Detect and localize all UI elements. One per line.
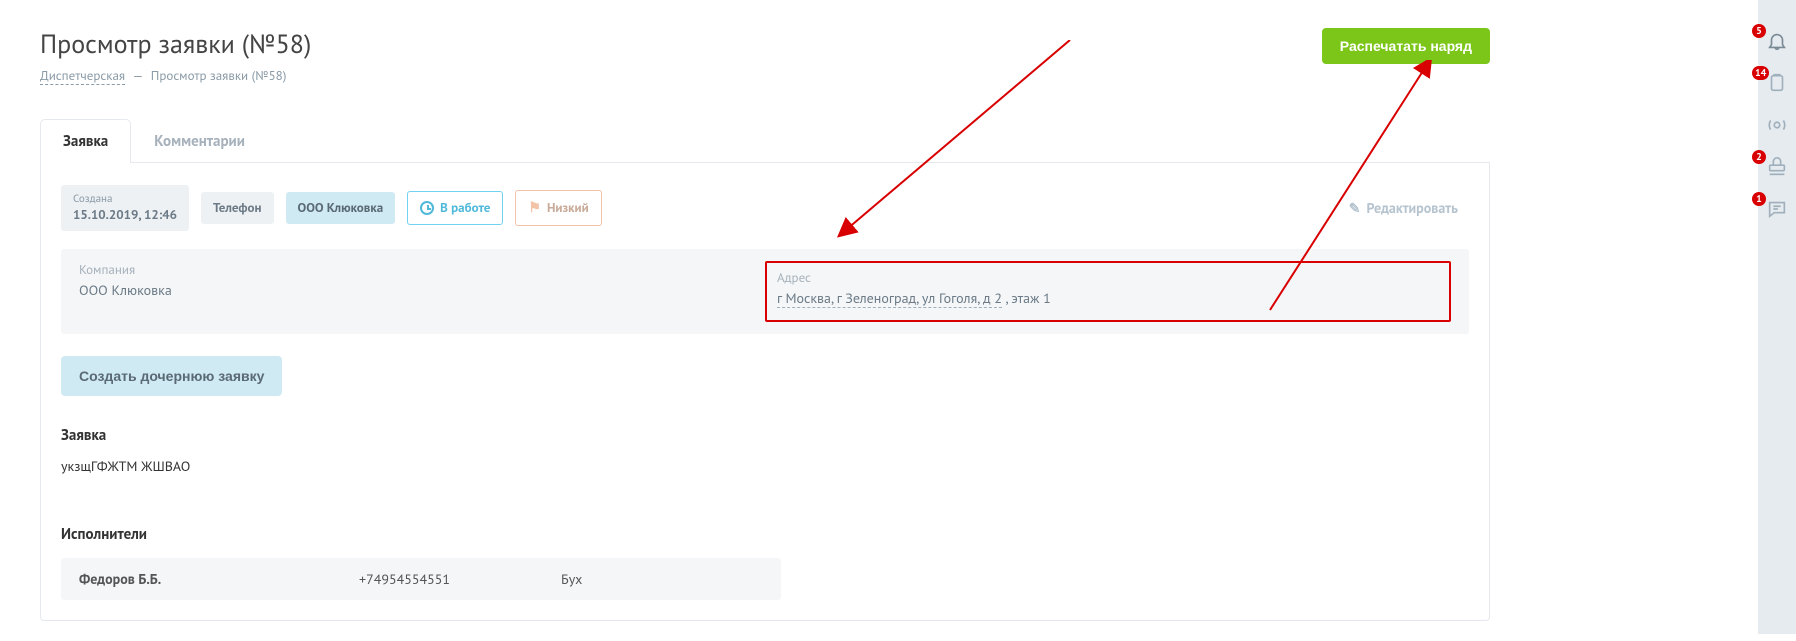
right-sidebar: 5 14 2 1 (1758, 0, 1796, 634)
chip-created-value: 15.10.2019, 12:46 (73, 207, 177, 223)
chip-channel: Телефон (201, 192, 273, 224)
badge-approvals: 2 (1752, 150, 1766, 164)
request-description: укзщГФЖТМ ЖШВАО (61, 457, 1469, 475)
clock-icon (420, 201, 434, 215)
bell-icon (1766, 30, 1788, 52)
chip-created-label: Создана (73, 193, 112, 207)
sidebar-broadcast[interactable] (1766, 114, 1788, 136)
address-highlight-box: Адрес г Москва, г Зеленоград, ул Гоголя,… (765, 261, 1451, 322)
flag-icon: ⚑ (528, 199, 541, 217)
pencil-icon: ✎ (1349, 199, 1361, 217)
address-column: Адрес г Москва, г Зеленоград, ул Гоголя,… (765, 261, 1451, 322)
print-order-button[interactable]: Распечатать наряд (1322, 28, 1490, 64)
executor-row: Федоров Б.Б. +74954554551 Бух (61, 558, 781, 600)
executor-phone: +74954554551 (359, 570, 561, 588)
executor-name: Федоров Б.Б. (79, 570, 359, 588)
executor-role: Бух (561, 570, 763, 588)
sidebar-approvals[interactable]: 2 (1766, 156, 1788, 178)
tab-comments[interactable]: Комментарии (131, 119, 268, 163)
address-label: Адрес (777, 269, 1439, 286)
chip-company: ООО Клюковка (286, 192, 396, 224)
chat-icon (1766, 198, 1788, 220)
page-title: Просмотр заявки (№58) (40, 28, 311, 61)
breadcrumb: Диспетчерская — Просмотр заявки (№58) (40, 67, 311, 84)
executors-section-title: Исполнители (61, 525, 1469, 544)
tabs: Заявка Комментарии (40, 118, 1490, 163)
company-column: Компания ООО Клюковка (79, 261, 765, 322)
badge-tasks: 14 (1752, 66, 1769, 80)
chip-priority: ⚑ Низкий (515, 190, 601, 226)
breadcrumb-root-link[interactable]: Диспетчерская (40, 67, 125, 85)
sidebar-notifications[interactable]: 5 (1766, 30, 1788, 52)
request-panel: Создана 15.10.2019, 12:46 Телефон ООО Кл… (40, 163, 1490, 621)
badge-chat: 1 (1752, 192, 1766, 206)
chip-status: В работе (407, 191, 503, 225)
clipboard-icon (1766, 72, 1788, 94)
breadcrumb-current: Просмотр заявки (№58) (151, 67, 287, 84)
create-child-request-button[interactable]: Создать дочернюю заявку (61, 356, 282, 396)
company-address-block: Компания ООО Клюковка Адрес г Москва, г … (61, 249, 1469, 334)
address-link[interactable]: г Москва, г Зеленоград, ул Гоголя, д 2 (777, 289, 1002, 308)
request-section-title: Заявка (61, 426, 1469, 445)
stamp-icon (1766, 156, 1788, 178)
company-label: Компания (79, 261, 765, 278)
chip-status-label: В работе (440, 200, 490, 216)
summary-chips: Создана 15.10.2019, 12:46 Телефон ООО Кл… (61, 185, 1469, 231)
sidebar-chat[interactable]: 1 (1766, 198, 1788, 220)
tab-request[interactable]: Заявка (40, 119, 131, 163)
chip-created: Создана 15.10.2019, 12:46 (61, 185, 189, 231)
sidebar-tasks[interactable]: 14 (1766, 72, 1788, 94)
edit-link-label: Редактировать (1367, 199, 1459, 217)
edit-link[interactable]: ✎ Редактировать (1338, 192, 1469, 224)
broadcast-icon (1766, 114, 1788, 136)
chip-priority-label: Низкий (547, 200, 589, 216)
badge-notifications: 5 (1752, 24, 1766, 38)
breadcrumb-separator: — (133, 67, 144, 84)
address-suffix: , этаж 1 (1002, 289, 1051, 307)
company-value: ООО Клюковка (79, 281, 172, 299)
